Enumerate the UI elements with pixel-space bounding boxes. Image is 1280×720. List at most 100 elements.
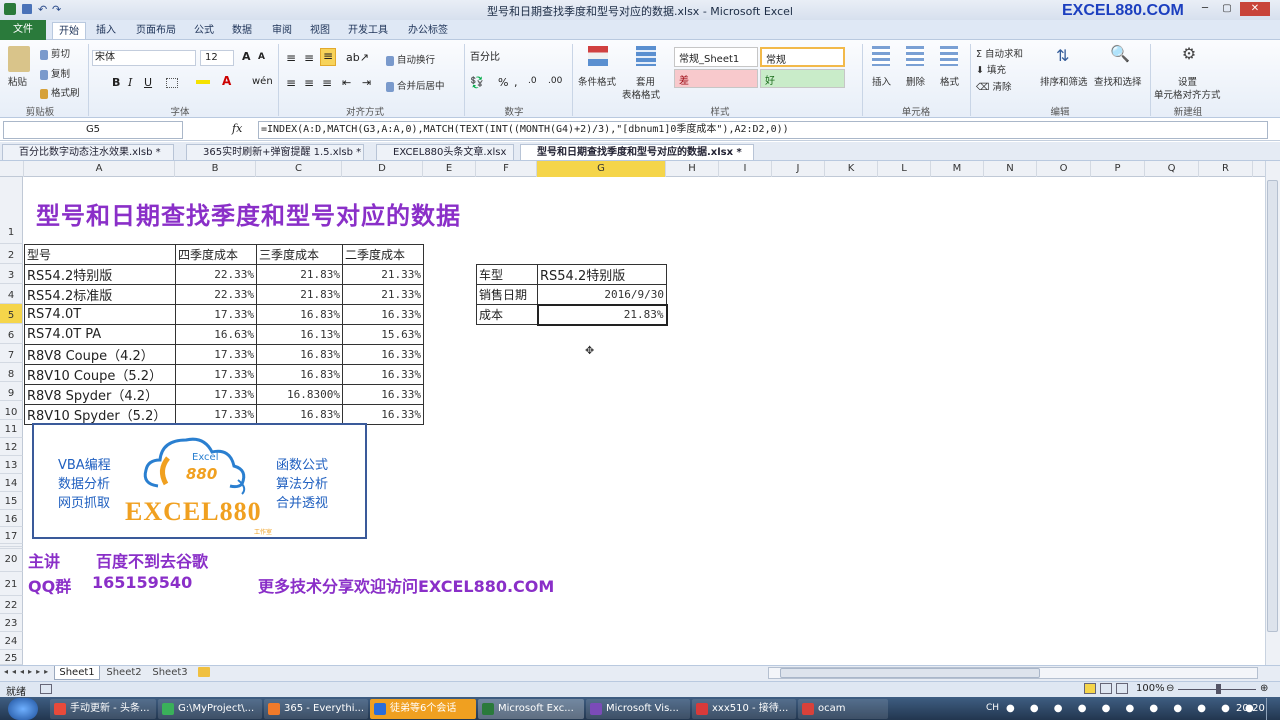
value-cell[interactable]: 16.13% bbox=[256, 324, 343, 345]
format-button[interactable]: 格式 bbox=[940, 74, 959, 88]
maximize-button[interactable]: ▢ bbox=[1218, 2, 1236, 16]
clear-button[interactable]: ⌫ 清除 bbox=[976, 79, 1011, 93]
font-name-select[interactable]: 宋体 bbox=[92, 50, 196, 66]
start-button[interactable] bbox=[8, 698, 38, 720]
horizontal-scroll-thumb[interactable] bbox=[780, 668, 1040, 678]
row-header[interactable]: 9 bbox=[0, 382, 23, 401]
sheet-nav-arrows-icon[interactable]: ◂◂◂▸▸▸ bbox=[4, 667, 52, 676]
row-header[interactable]: 23 bbox=[0, 614, 23, 632]
tab-insert[interactable]: 插入 bbox=[90, 22, 122, 39]
sort-filter-button[interactable]: 排序和筛选 bbox=[1040, 74, 1088, 88]
model-cell[interactable]: RS54.2标准版 bbox=[24, 284, 176, 305]
font-size-select[interactable]: 12 bbox=[200, 50, 234, 66]
table-format-icon[interactable] bbox=[636, 46, 656, 66]
row-header[interactable]: 6 bbox=[0, 324, 23, 344]
row-header[interactable]: 15 bbox=[0, 492, 23, 510]
column-header[interactable]: H bbox=[666, 161, 719, 177]
delete-button[interactable]: 删除 bbox=[906, 74, 925, 88]
row-header[interactable]: 4 bbox=[0, 284, 23, 304]
format-painter-button[interactable]: 格式刷 bbox=[40, 85, 80, 99]
bold-button[interactable]: B bbox=[112, 76, 120, 89]
align-right-icon[interactable]: ≡ bbox=[322, 76, 332, 90]
column-header[interactable]: K bbox=[825, 161, 878, 177]
zoom-in-icon[interactable]: ⊕ bbox=[1260, 683, 1268, 694]
taskbar-item[interactable]: ocam bbox=[798, 699, 888, 719]
taskbar-item[interactable]: G:\MyProject\... bbox=[158, 699, 262, 719]
delete-cells-icon[interactable] bbox=[906, 46, 924, 66]
zoom-slider-thumb[interactable] bbox=[1216, 684, 1221, 694]
find-select-button[interactable]: 查找和选择 bbox=[1094, 74, 1142, 88]
find-select-icon[interactable]: 🔍 bbox=[1110, 44, 1130, 63]
sheet-tab-active[interactable]: Sheet1 bbox=[54, 666, 100, 680]
conditional-format-icon[interactable] bbox=[588, 46, 608, 66]
column-header[interactable]: M bbox=[931, 161, 984, 177]
column-header[interactable]: C bbox=[256, 161, 342, 177]
model-cell[interactable]: RS74.0T bbox=[24, 304, 176, 325]
decrease-decimal-icon[interactable]: .00 bbox=[548, 76, 562, 86]
sheet-tab[interactable]: Sheet3 bbox=[148, 666, 192, 680]
underline-button[interactable]: U bbox=[144, 76, 152, 89]
column-header[interactable]: F bbox=[476, 161, 537, 177]
increase-decimal-icon[interactable]: .0 bbox=[528, 76, 537, 86]
page-layout-view-icon[interactable] bbox=[1100, 683, 1112, 694]
tab-home[interactable]: 开始 bbox=[52, 22, 86, 39]
column-header[interactable]: O bbox=[1037, 161, 1091, 177]
paste-button[interactable]: 粘贴 bbox=[8, 74, 27, 88]
tab-review[interactable]: 审阅 bbox=[266, 22, 298, 39]
row-header[interactable]: 22 bbox=[0, 596, 23, 614]
align-center-icon[interactable]: ≡ bbox=[304, 76, 314, 90]
value-cell[interactable]: 17.33% bbox=[175, 304, 257, 325]
row-header[interactable]: 25 bbox=[0, 650, 23, 665]
format-cells-icon[interactable] bbox=[940, 46, 958, 66]
value-cell[interactable]: 22.33% bbox=[175, 284, 257, 305]
model-cell[interactable]: R8V8 Spyder（4.2） bbox=[24, 384, 176, 405]
style-bad[interactable]: 差 bbox=[674, 69, 758, 88]
tab-page-layout[interactable]: 页面布局 bbox=[130, 22, 182, 39]
row-header[interactable]: 12 bbox=[0, 438, 23, 456]
lookup-label[interactable]: 车型 bbox=[476, 264, 538, 285]
percent-icon[interactable]: % bbox=[498, 76, 508, 89]
lookup-label[interactable]: 成本 bbox=[476, 304, 538, 325]
row-header[interactable]: 17 bbox=[0, 527, 23, 544]
model-input-cell[interactable]: RS54.2特别版 bbox=[537, 264, 667, 285]
tray-icons[interactable]: ● ● ● ● ● ● ● ● ● ● ● bbox=[1006, 703, 1260, 714]
value-cell[interactable]: 16.83% bbox=[256, 404, 343, 425]
align-top-icon[interactable]: ≡ bbox=[286, 51, 296, 65]
workbook-tab-2[interactable]: 365实时刷新+弹窗提醒 1.5.xlsb * bbox=[186, 144, 364, 160]
column-header[interactable]: E bbox=[423, 161, 476, 177]
row-header[interactable]: 3 bbox=[0, 264, 23, 284]
column-header[interactable]: R bbox=[1199, 161, 1253, 177]
border-icon[interactable] bbox=[166, 78, 178, 88]
row-header[interactable]: 16 bbox=[0, 510, 23, 527]
sort-filter-icon[interactable]: ⇅ bbox=[1056, 46, 1069, 65]
value-cell[interactable]: 16.33% bbox=[342, 364, 424, 385]
style-normal-sheet1[interactable]: 常规_Sheet1 bbox=[674, 47, 758, 67]
copy-button[interactable]: 复制 bbox=[40, 66, 70, 80]
wrap-text-button[interactable]: 自动换行 bbox=[386, 52, 435, 66]
header-cell[interactable]: 四季度成本 bbox=[175, 244, 257, 265]
workbook-tab-3[interactable]: EXCEL880头条文章.xlsx bbox=[376, 144, 514, 160]
column-header[interactable]: Q bbox=[1145, 161, 1199, 177]
model-cell[interactable]: R8V10 Spyder（5.2） bbox=[24, 404, 176, 425]
fill-button[interactable]: ⬇ 填充 bbox=[976, 62, 1006, 76]
value-cell[interactable]: 17.33% bbox=[175, 384, 257, 405]
tab-data[interactable]: 数据 bbox=[226, 22, 258, 39]
row-header[interactable]: 2 bbox=[0, 244, 23, 264]
align-left-icon[interactable]: ≡ bbox=[286, 76, 296, 90]
taskbar-item[interactable]: 手动更新 - 头条... bbox=[50, 699, 156, 719]
model-cell[interactable]: R8V8 Coupe（4.2） bbox=[24, 344, 176, 365]
column-header[interactable]: J bbox=[772, 161, 825, 177]
value-cell[interactable]: 16.83% bbox=[256, 344, 343, 365]
row-header[interactable]: 1 bbox=[0, 177, 23, 244]
zoom-out-icon[interactable]: ⊖ bbox=[1166, 683, 1174, 694]
row-header[interactable]: 8 bbox=[0, 363, 23, 382]
new-sheet-icon[interactable] bbox=[198, 667, 210, 677]
close-button[interactable]: ✕ bbox=[1240, 2, 1270, 16]
decrease-indent-icon[interactable]: ⇤ bbox=[342, 76, 351, 89]
column-header[interactable]: P bbox=[1091, 161, 1145, 177]
formula-input[interactable]: =INDEX(A:D,MATCH(G3,A:A,0),MATCH(TEXT(IN… bbox=[258, 121, 1268, 139]
value-cell[interactable]: 17.33% bbox=[175, 404, 257, 425]
column-header-selected[interactable]: G bbox=[537, 161, 666, 177]
font-color-icon[interactable]: A bbox=[222, 74, 231, 88]
fill-color-icon[interactable] bbox=[196, 80, 210, 84]
